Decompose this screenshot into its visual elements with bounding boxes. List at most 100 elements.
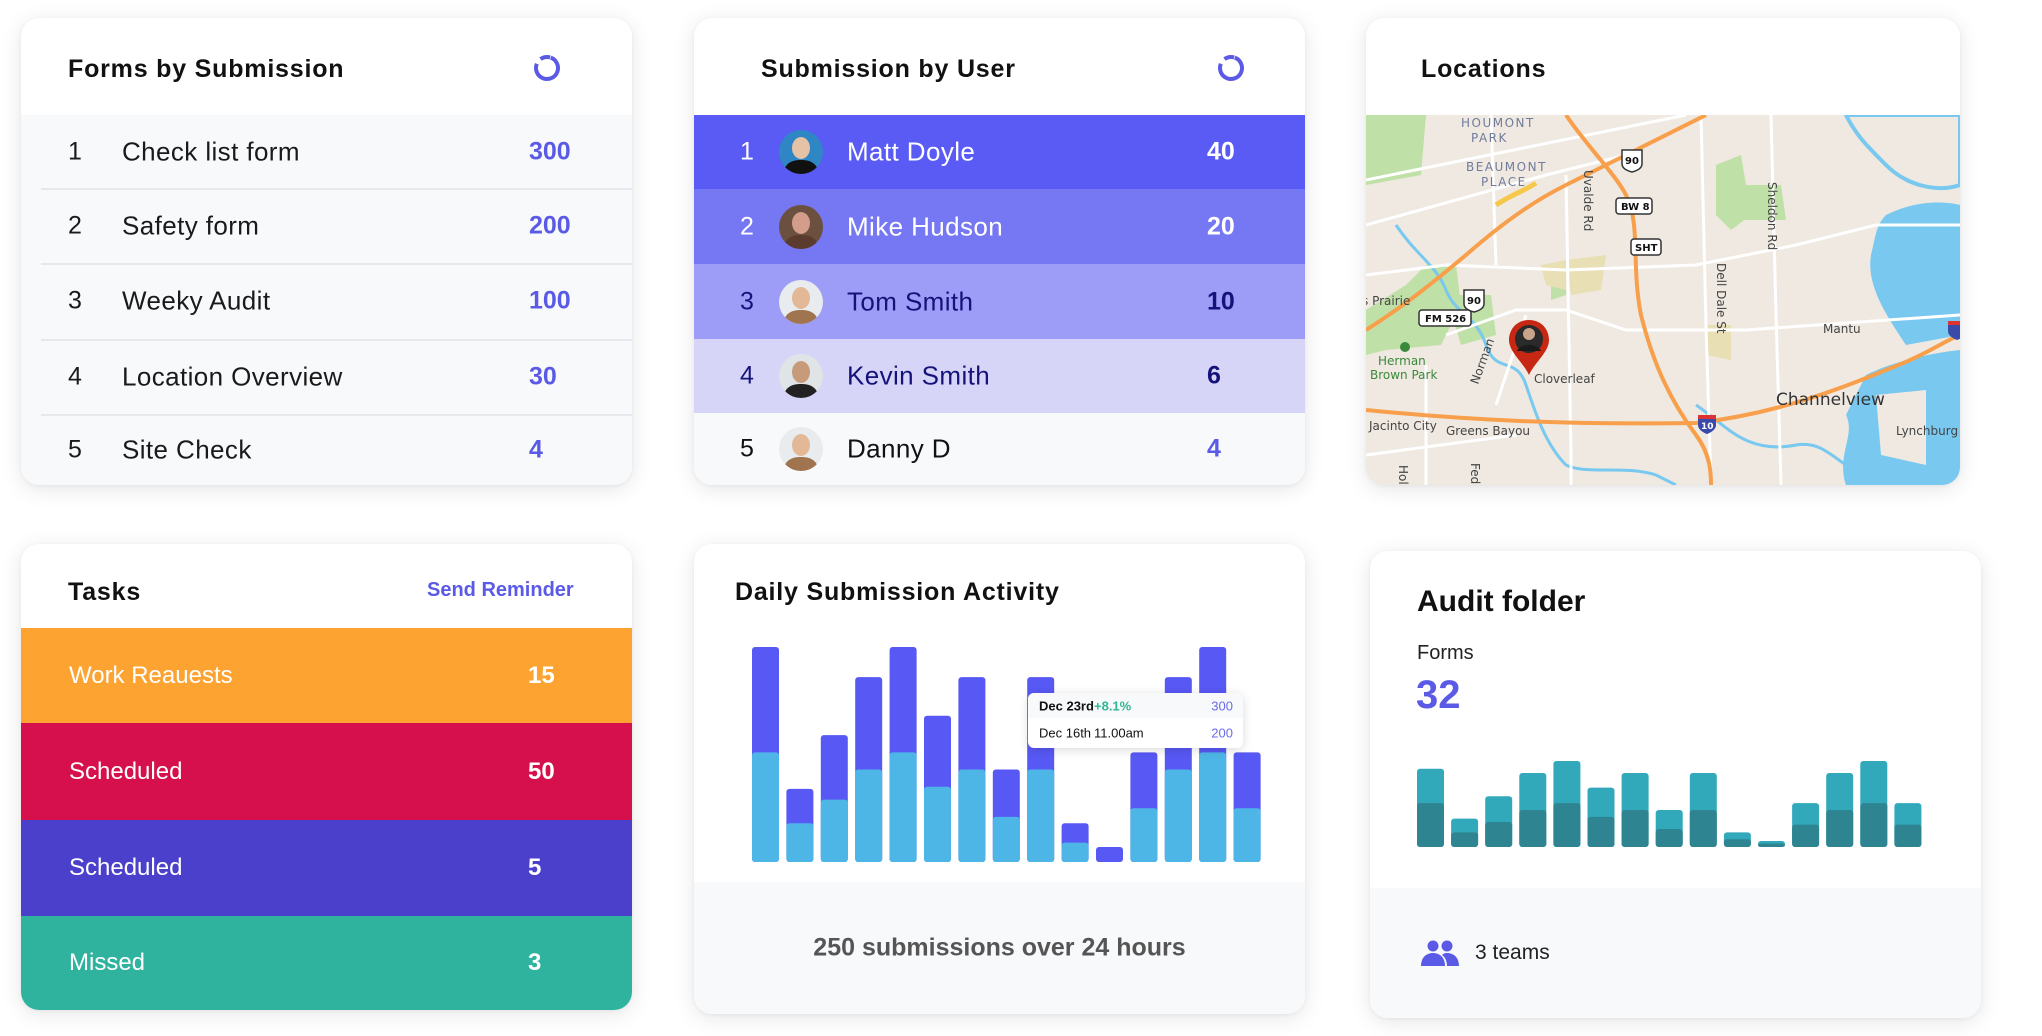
tooltip-value: 200: [1211, 725, 1233, 741]
avatar: [779, 279, 823, 324]
list-item[interactable]: 5 Danny D 4: [694, 413, 1305, 485]
list-item[interactable]: 4 Kevin Smith 6: [694, 339, 1305, 413]
user-name: Tom Smith: [847, 286, 974, 316]
card-title: Tasks: [68, 578, 142, 606]
us-90-shield-icon: 90: [1463, 289, 1485, 313]
audit-folder-card[interactable]: Audit folder Forms 32 3 teams: [1370, 551, 1981, 1018]
form-name: Safety form: [122, 210, 260, 240]
bar-top-11[interactable]: [1096, 846, 1123, 862]
bar-base-11[interactable]: [1758, 843, 1785, 847]
bar-base-2[interactable]: [786, 823, 814, 862]
loading-ring-icon[interactable]: [1216, 53, 1246, 83]
location-pin-icon[interactable]: [1509, 320, 1549, 375]
people-icon: [1421, 940, 1459, 966]
bar-base-9[interactable]: [1689, 810, 1717, 847]
bar-base-1[interactable]: [752, 752, 779, 862]
bar-base-7[interactable]: [958, 769, 986, 862]
user-name: Danny D: [847, 433, 951, 464]
submission-count: 10: [1207, 287, 1235, 315]
bar-base-1[interactable]: [1417, 803, 1444, 847]
bar-base-8[interactable]: [992, 816, 1020, 862]
task-count: 3: [528, 949, 542, 976]
list-item[interactable]: 1 Matt Doyle 40: [694, 115, 1305, 189]
chart-tooltip: Dec 23rd +8.1% 300 Dec 16th 11.00am 200: [1028, 693, 1243, 748]
i10-shield-icon: [1948, 321, 1960, 340]
rank: 5: [68, 435, 82, 463]
forms-list: 1 Check list form 300 2 Safety form 200 …: [21, 115, 632, 485]
tooltip-value: 300: [1211, 698, 1233, 713]
list-item[interactable]: 5 Site Check 4: [21, 414, 632, 485]
teams-count: 3 teams: [1475, 941, 1550, 964]
forms-by-submission-card: Forms by Submission 1 Check list form 30…: [21, 18, 632, 485]
tooltip-date: Dec 23rd: [1039, 698, 1094, 713]
park-tree-icon: [1400, 342, 1410, 352]
bar-base-8[interactable]: [1655, 828, 1683, 847]
bar-base-12[interactable]: [1792, 824, 1820, 847]
bar-base-15[interactable]: [1894, 824, 1922, 847]
bar-base-10[interactable]: [1723, 839, 1751, 847]
audit-folder-chart: [1417, 761, 1922, 847]
bar-base-4[interactable]: [855, 769, 883, 862]
avatar: [779, 427, 823, 471]
bar-base-3[interactable]: [820, 799, 848, 862]
map-label: Norman: [1468, 336, 1497, 386]
bar-base-6[interactable]: [924, 786, 951, 862]
avatar: [779, 354, 823, 398]
submission-count: 300: [529, 137, 571, 165]
list-item[interactable]: 2 Safety form 200: [21, 188, 632, 263]
divider: [41, 414, 632, 416]
task-row[interactable]: Scheduled 5: [21, 820, 632, 916]
rank: 5: [740, 434, 754, 463]
tooltip-row: Dec 23rd +8.1% 300: [1028, 693, 1243, 718]
divider: [41, 339, 632, 341]
bar-base-12[interactable]: [1130, 808, 1158, 862]
rank: 3: [740, 287, 754, 315]
bar-base-10[interactable]: [1061, 842, 1089, 862]
rank: 3: [68, 286, 82, 314]
bar-base-14[interactable]: [1860, 803, 1888, 847]
card-footer: 250 submissions over 24 hours: [694, 882, 1305, 1014]
bar-base-6[interactable]: [1587, 816, 1615, 847]
task-row[interactable]: Missed 3: [21, 916, 632, 1010]
list-item[interactable]: 2 Mike Hudson 20: [694, 189, 1305, 264]
rank: 4: [740, 361, 754, 390]
tooltip-time: 11.00am: [1094, 725, 1144, 741]
map-label: Cloverleaf: [1534, 372, 1596, 386]
bar-base-4[interactable]: [1519, 810, 1547, 847]
bar-base-2[interactable]: [1451, 832, 1479, 847]
bar-base-15[interactable]: [1233, 808, 1261, 862]
map-label: Brown Park: [1370, 368, 1437, 382]
submissions-summary: 250 submissions over 24 hours: [813, 933, 1186, 962]
bar-base-7[interactable]: [1621, 810, 1649, 847]
user-name: Mike Hudson: [847, 211, 1004, 241]
task-row[interactable]: Scheduled 50: [21, 723, 632, 820]
map[interactable]: HOUMONT PARK BEAUMONT PLACE Uvalde Rd Sh…: [1366, 115, 1960, 485]
user-name: Kevin Smith: [847, 360, 991, 391]
task-row[interactable]: Work Reauests 15: [21, 628, 632, 723]
form-name: Check list form: [122, 136, 300, 166]
bar-base-13[interactable]: [1826, 810, 1854, 847]
list-item[interactable]: 1 Check list form 300: [21, 115, 632, 188]
submission-count: 4: [1207, 434, 1221, 463]
bar-base-5[interactable]: [889, 752, 917, 862]
fm526-shield-icon: FM 526: [1418, 309, 1472, 327]
list-item[interactable]: 3 Weeky Audit 100: [21, 263, 632, 338]
map-label: Dell Dale St: [1714, 263, 1728, 334]
map-label: Jacinto City: [1368, 419, 1437, 433]
bar-base-3[interactable]: [1485, 822, 1513, 847]
rank: 4: [68, 362, 82, 390]
svg-text:90: 90: [1625, 156, 1639, 167]
map-canvas[interactable]: HOUMONT PARK BEAUMONT PLACE Uvalde Rd Sh…: [1366, 115, 1960, 485]
loading-ring-icon[interactable]: [532, 53, 562, 83]
bar-base-13[interactable]: [1164, 769, 1192, 862]
send-reminder-link[interactable]: Send Reminder: [427, 579, 574, 602]
map-label: Holl: [1396, 465, 1410, 485]
map-label: Lynchburg La: [1896, 424, 1960, 438]
bar-base-14[interactable]: [1199, 752, 1227, 862]
map-label: s Prairie: [1366, 294, 1410, 308]
list-item[interactable]: 3 Tom Smith 10: [694, 264, 1305, 339]
bar-base-9[interactable]: [1027, 769, 1055, 862]
bar-base-5[interactable]: [1553, 803, 1581, 847]
submission-by-user-card: Submission by User 1 Matt Doyle 40 2 Mike Hu…: [694, 18, 1305, 485]
list-item[interactable]: 4 Location Overview 30: [21, 339, 632, 414]
